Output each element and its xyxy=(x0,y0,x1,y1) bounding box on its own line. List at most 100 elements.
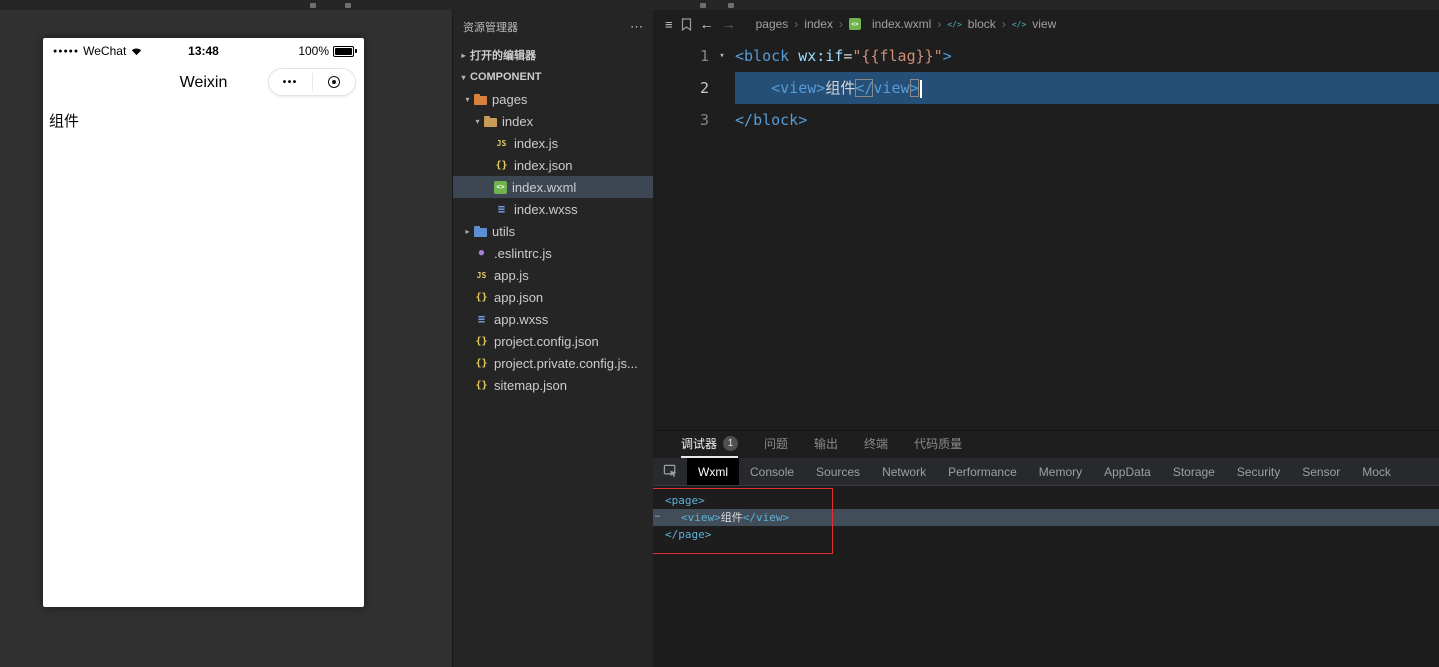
element-tag-icon: </> xyxy=(947,19,962,29)
devtools-tab-Network[interactable]: Network xyxy=(871,458,937,485)
rendered-view-text[interactable]: 组件 xyxy=(43,102,364,139)
debugger-tab-问题[interactable]: 问题 xyxy=(764,431,788,458)
code-line-2[interactable]: 2 <view>组件</view> xyxy=(653,72,1439,104)
file-label: index.json xyxy=(514,157,573,173)
chevron-down-icon: ▾ xyxy=(461,72,466,82)
breadcrumb-item-index[interactable]: index xyxy=(804,17,833,31)
file-utils[interactable]: ▸ utils xyxy=(453,220,653,242)
file-index.wxml[interactable]: <> index.wxml xyxy=(453,176,653,198)
devtools-tab-bar: Wxml Console Sources Network Performance Memo… xyxy=(653,458,1439,486)
file-app.json[interactable]: {} app.json xyxy=(453,286,653,308)
devtools-tab-Storage[interactable]: Storage xyxy=(1162,458,1226,485)
breadcrumb-separator: › xyxy=(937,17,942,31)
file-tree: ▾ pages ▾ index JS index.js {} index.json <> inde… xyxy=(453,88,653,396)
titlebar-icon[interactable] xyxy=(728,3,734,8)
json-icon: {} xyxy=(475,357,488,369)
file-label: project.private.config.js... xyxy=(494,355,638,371)
text-cursor xyxy=(919,79,922,98)
file-project.private.config.js...[interactable]: {} project.private.config.js... xyxy=(453,352,653,374)
devtools-tab-Memory[interactable]: Memory xyxy=(1028,458,1093,485)
code-line-3[interactable]: 3 </block> xyxy=(653,104,1439,136)
simulator-panel: ●●●●● WeChat 13:48 100% Weixin ••• 组件 xyxy=(0,10,453,667)
devtools-tab-Sources[interactable]: Sources xyxy=(805,458,871,485)
line-number: 2 xyxy=(699,79,709,97)
code-token: > xyxy=(816,79,826,97)
code-token: wx:if xyxy=(798,47,844,65)
file-index.json[interactable]: {} index.json xyxy=(453,154,653,176)
wxml-node-row[interactable]: <page> xyxy=(653,492,1439,509)
json-icon: {} xyxy=(475,379,488,391)
wifi-icon xyxy=(132,48,142,56)
mini-program-navbar: Weixin ••• xyxy=(43,64,364,102)
file-.eslintrc.js[interactable]: ● .eslintrc.js xyxy=(453,242,653,264)
json-icon: {} xyxy=(475,291,488,303)
wxml-token: </page> xyxy=(665,528,712,541)
code-text[interactable]: <block wx:if="{{flag}}"> xyxy=(735,40,1439,72)
file-index.wxss[interactable]: ≡ index.wxss xyxy=(453,198,653,220)
capsule-button[interactable]: ••• xyxy=(268,68,356,96)
list-icon[interactable]: ≡ xyxy=(665,17,673,32)
file-project.config.json[interactable]: {} project.config.json xyxy=(453,330,653,352)
devtools-tab-Performance[interactable]: Performance xyxy=(937,458,1028,485)
chevron-down-icon: ▾ xyxy=(465,94,470,104)
debugger-tab-调试器[interactable]: 调试器 1 xyxy=(681,431,739,458)
file-label: app.js xyxy=(494,267,529,283)
more-actions-icon[interactable]: ⋯ xyxy=(630,19,643,35)
open-editors-section[interactable]: ▸ 打开的编辑器 xyxy=(453,44,653,66)
debugger-tab-终端[interactable]: 终端 xyxy=(864,431,888,458)
code-token: block xyxy=(753,111,799,129)
code-line-1[interactable]: 1 ▾ <block wx:if="{{flag}}"> xyxy=(653,40,1439,72)
forward-arrow-icon[interactable]: → xyxy=(722,16,736,32)
back-arrow-icon[interactable]: ← xyxy=(700,16,714,32)
signal-dots-icon: ●●●●● xyxy=(53,47,80,55)
code-text[interactable]: <view>组件</view> xyxy=(735,72,1439,104)
file-label: index xyxy=(502,113,534,129)
wxml-token: 组件 xyxy=(720,511,743,524)
devtools-tab-Wxml[interactable]: Wxml xyxy=(687,458,739,485)
wxml-node-row[interactable]: </page> xyxy=(653,526,1439,543)
breadcrumb-item-view[interactable]: view xyxy=(1032,17,1056,31)
devtools-tab-Security[interactable]: Security xyxy=(1226,458,1291,485)
titlebar-icon[interactable] xyxy=(310,3,316,8)
folder-pages-icon xyxy=(474,93,487,105)
file-app.js[interactable]: JS app.js xyxy=(453,264,653,286)
code-token: 组件 xyxy=(825,79,856,97)
inspect-element-icon[interactable] xyxy=(653,458,687,485)
line-number: 3 xyxy=(699,111,709,129)
breadcrumb-item-index.wxml[interactable]: index.wxml xyxy=(872,17,931,31)
close-home-button[interactable] xyxy=(313,76,356,88)
debugger-tab-代码质量[interactable]: 代码质量 xyxy=(914,431,962,458)
file-index[interactable]: ▾ index xyxy=(453,110,653,132)
bookmark-icon[interactable] xyxy=(681,17,692,31)
devtools-tabs: Wxml Console Sources Network Performance Memo… xyxy=(687,458,1402,485)
project-section[interactable]: ▾ COMPONENT xyxy=(453,66,653,88)
json-icon: {} xyxy=(495,159,508,171)
file-pages[interactable]: ▾ pages xyxy=(453,88,653,110)
wxml-inspector: <page> ⋯ <view> 组件 </view> </page> xyxy=(653,486,1439,667)
devtools-tab-Console[interactable]: Console xyxy=(739,458,805,485)
fold-chevron-icon[interactable]: ▾ xyxy=(709,40,735,72)
menu-dots-button[interactable]: ••• xyxy=(269,77,312,88)
tab-label: 终端 xyxy=(864,437,889,451)
wxss-icon: ≡ xyxy=(477,312,486,326)
code-editor[interactable]: 1 ▾ <block wx:if="{{flag}}"> 2 <view>组件</vi… xyxy=(653,38,1439,430)
wxss-icon: ≡ xyxy=(497,202,506,216)
devtools-tab-Sensor[interactable]: Sensor xyxy=(1291,458,1351,485)
file-sitemap.json[interactable]: {} sitemap.json xyxy=(453,374,653,396)
breadcrumb-item-block[interactable]: block xyxy=(968,17,996,31)
devtools-tab-Mock[interactable]: Mock xyxy=(1351,458,1402,485)
debugger-tab-输出[interactable]: 输出 xyxy=(814,431,838,458)
breadcrumb-item-pages[interactable]: pages xyxy=(756,17,789,31)
devtools-tab-AppData[interactable]: AppData xyxy=(1093,458,1162,485)
code-token: < xyxy=(735,47,745,65)
file-index.js[interactable]: JS index.js xyxy=(453,132,653,154)
breadcrumb-separator: › xyxy=(1001,17,1006,31)
titlebar-icon[interactable] xyxy=(700,3,706,8)
code-text[interactable]: </block> xyxy=(735,104,1439,136)
file-app.wxss[interactable]: ≡ app.wxss xyxy=(453,308,653,330)
wxml-node-row[interactable]: ⋯ <view> 组件 </view> xyxy=(653,509,1439,526)
titlebar-icon[interactable] xyxy=(345,3,351,8)
